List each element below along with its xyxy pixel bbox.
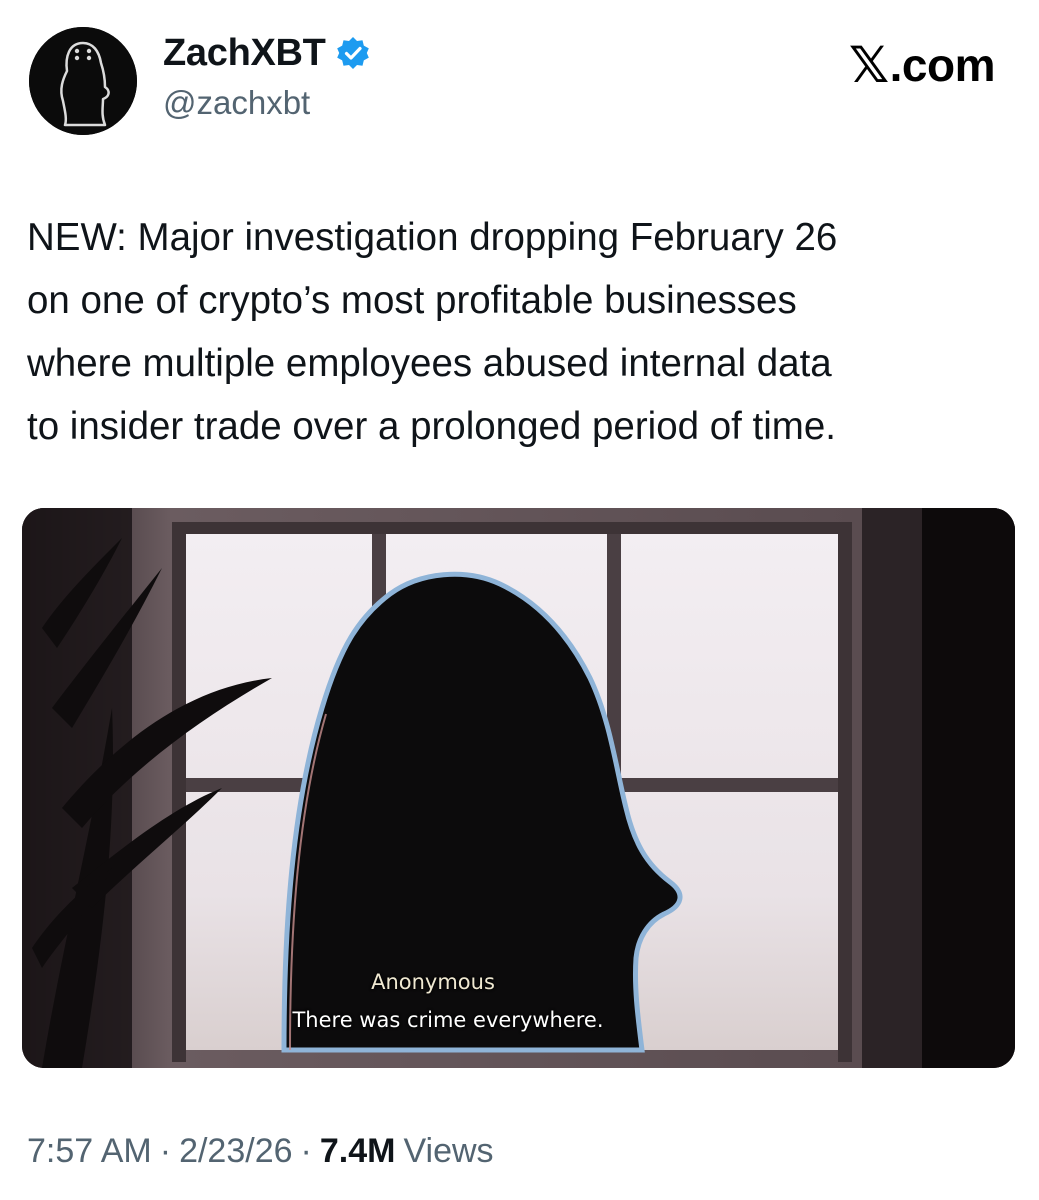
brand-domain: .com <box>889 39 996 91</box>
tweet-date[interactable]: 2/23/26 <box>179 1132 292 1171</box>
tweet-text-line: NEW: Major investigation dropping Februa… <box>27 216 838 259</box>
penguin-silhouette-icon <box>29 27 137 135</box>
avatar[interactable] <box>29 27 137 135</box>
caption-speaker: Anonymous <box>371 970 495 994</box>
caption-text: There was crime everywhere. <box>292 1008 604 1032</box>
tweet-media-image[interactable]: Anonymous There was crime everywhere. <box>22 508 1015 1068</box>
author-display-name[interactable]: ZachXBT <box>163 32 326 75</box>
separator-dot: · <box>159 1132 172 1170</box>
tweet-time[interactable]: 7:57 AM <box>27 1132 152 1171</box>
views-label: Views <box>403 1132 494 1170</box>
x-glyph: 𝕏 <box>848 37 889 93</box>
author-name-row: ZachXBT <box>163 28 371 78</box>
tweet-metadata: 7:57 AM · 2/23/26 · 7.4M Views <box>27 1132 494 1171</box>
tweet-author: ZachXBT @zachxbt <box>163 28 371 122</box>
author-handle[interactable]: @zachxbt <box>163 84 371 122</box>
tweet-text-line: to insider trade over a prolonged period… <box>27 405 836 448</box>
views-count: 7.4M <box>319 1132 396 1170</box>
verified-badge-icon <box>335 35 371 71</box>
x-logo-icon: 𝕏 .com <box>848 36 996 94</box>
tweet-text-line: where multiple employees abused internal… <box>27 342 832 385</box>
tweet-text: NEW: Major investigation dropping Februa… <box>27 206 1017 458</box>
separator-dot: · <box>300 1132 312 1170</box>
tweet-text-line: on one of crypto’s most profitable busin… <box>27 279 797 322</box>
